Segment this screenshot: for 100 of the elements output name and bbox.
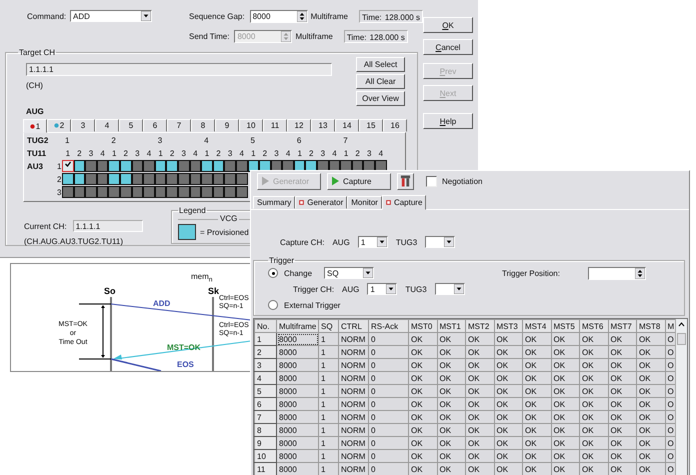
- section-label: AUG: [26, 107, 45, 116]
- tug2-number: 5: [250, 136, 256, 144]
- spinner-field[interactable]: 8000: [250, 10, 308, 22]
- aug-tab[interactable]: 5: [119, 119, 143, 132]
- aug-tab[interactable]: 4: [95, 119, 119, 132]
- scrollbar[interactable]: [675, 319, 687, 475]
- unit-label: Multiframe: [295, 32, 333, 40]
- row-number: 3: [57, 188, 62, 196]
- aug-tab[interactable]: 10: [239, 119, 263, 132]
- action-button[interactable]: Over View: [356, 91, 405, 106]
- spinner-arrows-icon: [281, 30, 292, 42]
- aug-tab[interactable]: 6: [143, 119, 167, 132]
- action-button[interactable]: All Select: [356, 57, 405, 72]
- row-header[interactable]: 5: [254, 384, 276, 398]
- column-header[interactable]: MST7: [608, 320, 636, 332]
- column-header[interactable]: MST4: [522, 320, 551, 332]
- tab[interactable]: Monitor: [347, 196, 382, 209]
- dropdown[interactable]: [425, 236, 456, 248]
- dropdown[interactable]: ADD: [70, 10, 152, 22]
- play-icon: [262, 176, 269, 186]
- column-header[interactable]: MST6: [580, 320, 608, 332]
- tu11-number: 1: [64, 148, 72, 158]
- tab[interactable]: Summary: [253, 196, 296, 209]
- message-label: ADD: [153, 299, 170, 308]
- row-header[interactable]: 7: [254, 410, 276, 424]
- field-label: AUG: [342, 284, 360, 294]
- row-number: 1: [57, 162, 62, 170]
- aug-tab[interactable]: 3: [71, 119, 95, 132]
- aug-tab[interactable]: 11: [263, 119, 287, 132]
- tu11-number: 1: [296, 148, 303, 158]
- tu11-number: 4: [331, 148, 338, 158]
- tools-button[interactable]: [397, 172, 414, 190]
- aug-tab[interactable]: 2: [47, 119, 71, 132]
- radio-button[interactable]: [268, 268, 278, 278]
- table-cell: 8000: [276, 424, 318, 436]
- tu11-number: 3: [226, 148, 234, 158]
- tu11-number: 1: [110, 148, 118, 158]
- dropdown-arrow-icon: [376, 237, 387, 247]
- aug-tab[interactable]: 16: [383, 119, 407, 132]
- tab[interactable]: Capture: [382, 195, 426, 210]
- radio-button[interactable]: [268, 300, 278, 310]
- aug-tab[interactable]: 14: [335, 119, 359, 132]
- row-header[interactable]: 8: [254, 424, 276, 436]
- row-header[interactable]: 4: [254, 372, 276, 384]
- aug-tab[interactable]: 12: [287, 119, 311, 132]
- checkbox-label: Negotiation: [442, 176, 482, 186]
- table-cell: 0: [368, 332, 408, 346]
- dropdown[interactable]: SQ: [324, 267, 374, 279]
- tug2-number: 1: [64, 136, 70, 144]
- diagram-label: So: [104, 286, 116, 296]
- column-header[interactable]: MST3: [494, 320, 522, 332]
- dialog-button[interactable]: Help: [423, 113, 473, 129]
- column-header[interactable]: No.: [254, 320, 276, 332]
- action-button[interactable]: All Clear: [356, 74, 405, 89]
- dropdown[interactable]: [434, 283, 465, 295]
- column-header[interactable]: MST8: [636, 320, 665, 332]
- dropdown[interactable]: 1: [367, 283, 398, 295]
- dialog-button[interactable]: Cancel: [423, 39, 473, 55]
- spinner-field[interactable]: [588, 266, 646, 280]
- toolbar-button[interactable]: Capture: [327, 172, 391, 190]
- row-header[interactable]: 11: [254, 462, 276, 475]
- aug-tab[interactable]: 8: [191, 119, 215, 132]
- tu11-number: 3: [320, 148, 326, 158]
- column-header[interactable]: MST1: [437, 320, 466, 332]
- row-header[interactable]: 10: [254, 450, 276, 462]
- column-header[interactable]: MST0: [408, 320, 437, 332]
- tab[interactable]: Generator: [295, 196, 348, 209]
- column-header[interactable]: SQ: [318, 320, 338, 332]
- row-header[interactable]: 6: [254, 398, 276, 410]
- table-cell: 8000: [276, 332, 318, 346]
- checkbox[interactable]: [426, 176, 437, 186]
- group-title: Target CH: [18, 48, 56, 57]
- column-header[interactable]: MST2: [466, 320, 494, 332]
- aug-tab[interactable]: 1: [23, 119, 47, 133]
- tu11-number: 4: [378, 148, 384, 158]
- aug-tab[interactable]: 7: [167, 119, 191, 132]
- column-header[interactable]: RS-Ack: [368, 320, 408, 332]
- scroll-thumb[interactable]: [677, 333, 686, 345]
- aug-tab[interactable]: 9: [215, 119, 239, 132]
- column-header[interactable]: CTRL: [338, 320, 368, 332]
- dialog-button[interactable]: OK: [423, 17, 473, 33]
- tu11-number: 4: [99, 148, 106, 158]
- column-header[interactable]: Multiframe: [276, 320, 318, 332]
- channel-field[interactable]: 1.1.1.1: [26, 63, 332, 76]
- row-header[interactable]: 9: [254, 436, 276, 450]
- time-readout: Time: 128.000 s: [358, 10, 423, 22]
- aug-tab[interactable]: 15: [359, 119, 383, 132]
- dropdown[interactable]: 1: [358, 236, 388, 248]
- field-label: Current CH:: [24, 222, 67, 230]
- row-header[interactable]: 3: [254, 358, 276, 372]
- row-label: TU11: [27, 148, 48, 158]
- column-header[interactable]: MST5: [551, 320, 580, 332]
- table-cell: 0: [368, 462, 408, 475]
- tu11-number: 1: [342, 148, 350, 158]
- aug-tab[interactable]: 13: [311, 119, 335, 132]
- row-header[interactable]: 1: [254, 332, 276, 346]
- tu11-number: 4: [284, 148, 292, 158]
- field-label: AUG: [332, 238, 350, 246]
- field-label: Command:: [27, 12, 68, 20]
- row-header[interactable]: 2: [254, 346, 276, 358]
